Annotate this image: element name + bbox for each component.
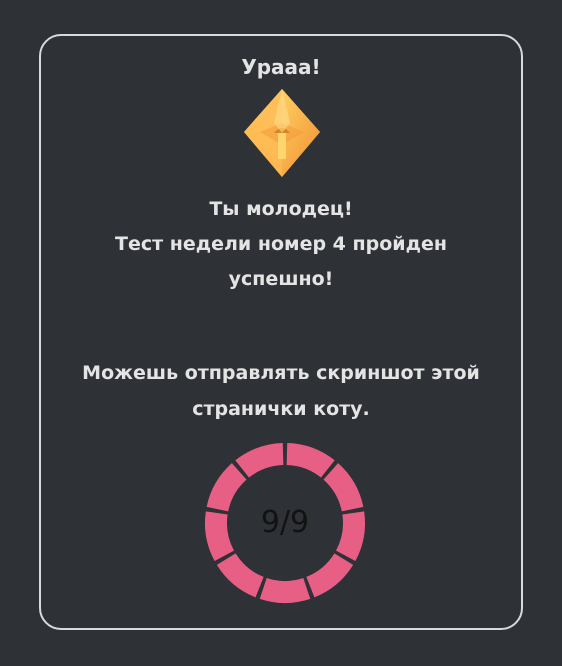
- progress-label: 9/9: [260, 505, 310, 540]
- progress-ring: 9/9: [203, 441, 367, 605]
- message-line: Ты молодец!: [209, 198, 353, 220]
- screenshot-note: Можешь отправлять скриншот этой страничк…: [41, 355, 521, 427]
- card-title: Урааа!: [241, 55, 321, 79]
- crystal-icon: [244, 89, 320, 177]
- note-line: странички коту.: [192, 398, 370, 420]
- message-line: Тест недели номер 4 пройден: [115, 233, 447, 255]
- success-message: Ты молодец! Тест недели номер 4 пройден …: [41, 192, 521, 297]
- note-line: Можешь отправлять скриншот этой: [82, 362, 480, 384]
- message-line: успешно!: [228, 268, 334, 290]
- completion-card: Урааа! Ты молодец! Тест недели номер 4 п…: [39, 34, 523, 630]
